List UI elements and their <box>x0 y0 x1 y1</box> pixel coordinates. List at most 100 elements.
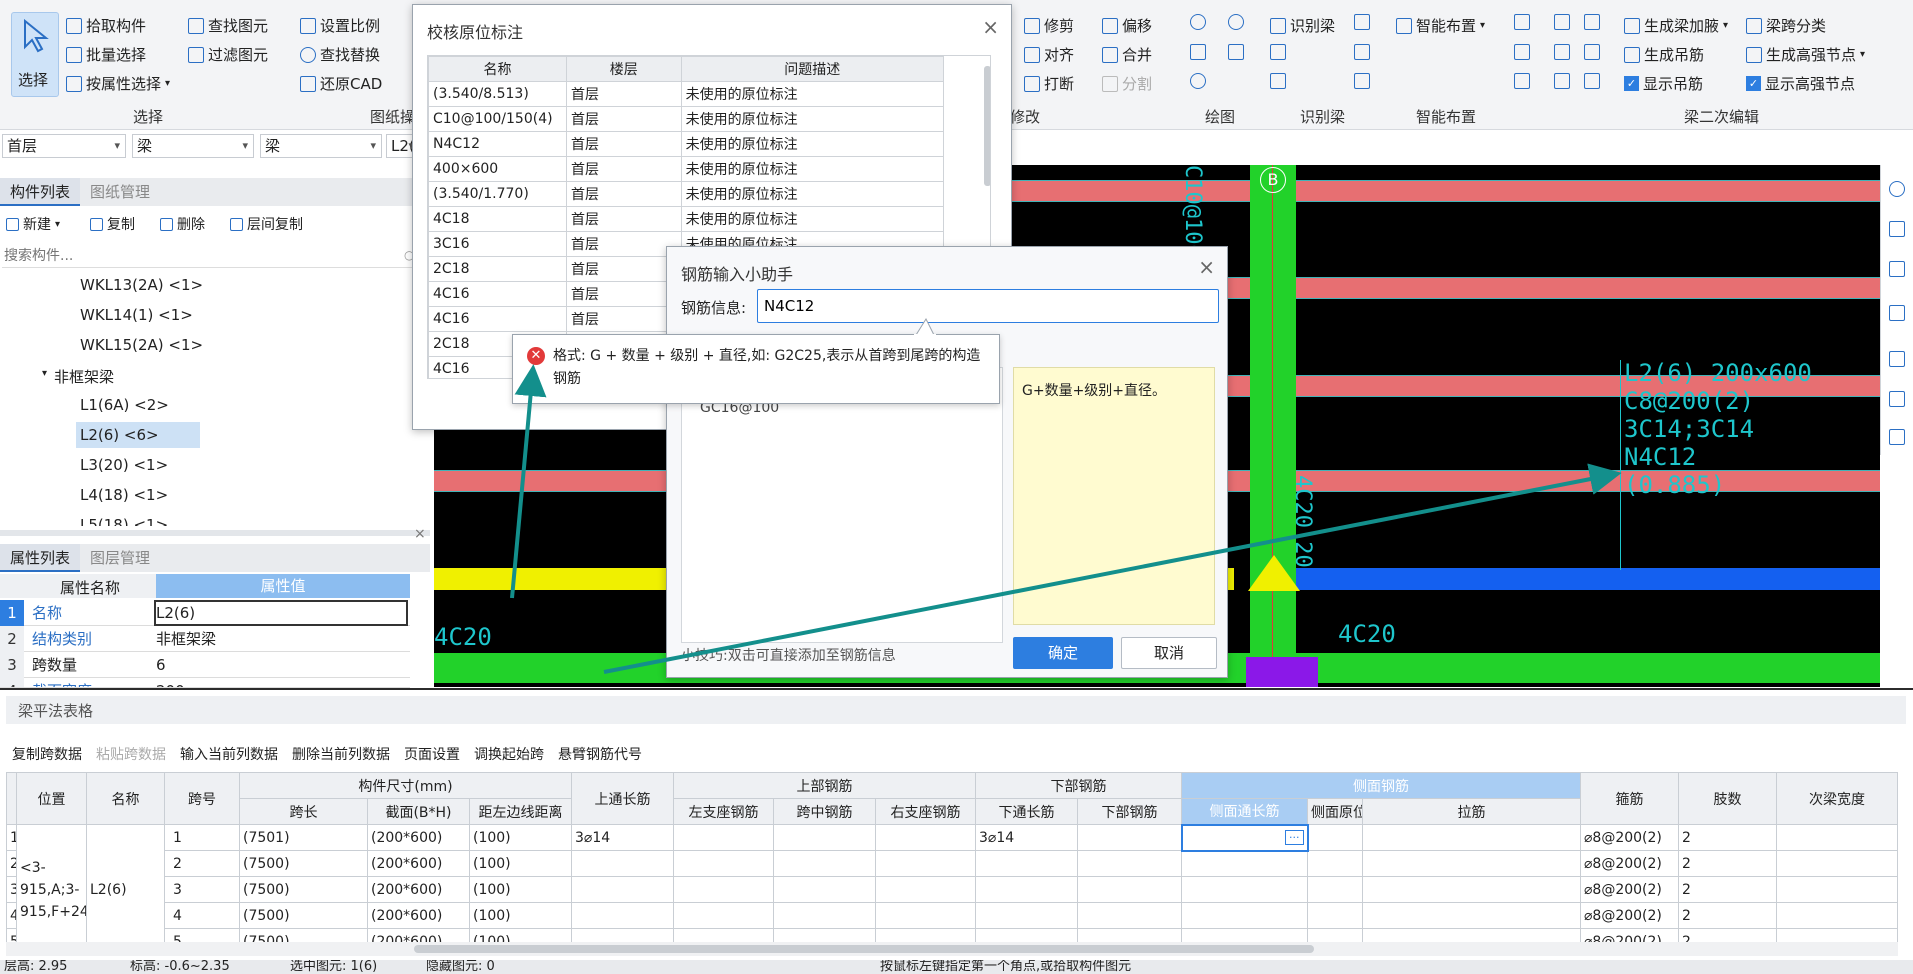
splitter[interactable] <box>0 530 430 536</box>
table-cell[interactable] <box>571 902 674 929</box>
beam-edit5-icon[interactable] <box>1554 44 1570 64</box>
tree-item[interactable]: L1(6A) <2> <box>80 396 169 414</box>
table-cell[interactable] <box>673 876 774 903</box>
table-cell[interactable] <box>1362 876 1581 903</box>
scrollbar-thumb[interactable] <box>984 66 990 186</box>
table-cell[interactable] <box>1776 876 1898 903</box>
check-cell[interactable]: 首层 <box>565 81 682 107</box>
gen-high-node-button[interactable]: 生成高强节点 ▾ <box>1746 44 1865 65</box>
table-row[interactable]: 44(7500)(200*600)(100)⌀8@200(2)2 <box>6 902 1898 929</box>
table-cell[interactable] <box>1077 850 1182 877</box>
check-cell[interactable]: 未使用的原位标注 <box>680 131 945 157</box>
cancel-button[interactable]: 取消 <box>1121 637 1217 669</box>
smart-place-button[interactable]: 智能布置 ▾ <box>1396 15 1485 36</box>
check-cell[interactable]: 首层 <box>565 231 682 257</box>
select-by-attr-button[interactable]: 按属性选择 ▾ <box>66 73 170 94</box>
floor-dropdown[interactable]: 首层 <box>2 134 126 158</box>
tab-property-list[interactable]: 属性列表 <box>0 544 81 572</box>
table-cell[interactable] <box>875 902 976 929</box>
delete-column-button[interactable]: 删除当前列数据 <box>292 744 390 764</box>
beam-edit3-icon[interactable] <box>1584 14 1600 34</box>
check-cell[interactable]: 首层 <box>565 131 682 157</box>
check-cell[interactable]: 首层 <box>565 281 682 307</box>
paste-span-button[interactable]: 粘贴跨数据 <box>96 744 166 764</box>
tree-item[interactable]: WKL15(2A) <1> <box>80 336 203 354</box>
ok-button[interactable]: 确定 <box>1013 637 1113 669</box>
position-cell[interactable]: <3-915,A;3-915,F+2451> <box>16 824 87 955</box>
tree-group-nonframe[interactable]: 非框架梁 <box>54 366 114 387</box>
check-cell[interactable]: 未使用的原位标注 <box>680 156 945 182</box>
tree-item[interactable]: WKL13(2A) <1> <box>80 276 203 294</box>
table-cell[interactable] <box>673 824 774 851</box>
view-solid-icon[interactable] <box>1889 305 1905 325</box>
page-setup-button[interactable]: 页面设置 <box>404 744 460 764</box>
check-cell[interactable]: 2C18 <box>428 256 567 282</box>
beam-edit6-icon[interactable] <box>1584 44 1600 64</box>
check-cell[interactable]: 未使用的原位标注 <box>680 81 945 107</box>
table-cell[interactable]: 3⌀14 <box>571 824 674 851</box>
view-cube-icon[interactable] <box>1889 221 1905 241</box>
trim-button[interactable]: 修剪 <box>1024 15 1074 36</box>
show-hanger-checkbox[interactable]: ✓ 显示吊筋 <box>1624 73 1703 94</box>
check-cell[interactable]: 4C16 <box>428 281 567 307</box>
draw-line-icon[interactable] <box>1190 44 1206 64</box>
table-cell[interactable] <box>875 876 976 903</box>
table-row[interactable]: 1<3-915,A;3-915,F+2451>L2(6)1(7501)(200*… <box>6 823 1898 955</box>
table-cell[interactable]: 2 <box>1678 824 1777 851</box>
beam-edit2-icon[interactable] <box>1554 14 1570 34</box>
table-cell[interactable] <box>1307 824 1363 851</box>
check-row[interactable]: 4C18 首层 未使用的原位标注 <box>428 206 945 232</box>
identify-tool-icon[interactable] <box>1270 44 1286 64</box>
identify-beam-button[interactable]: 识别梁 <box>1270 15 1335 36</box>
table-cell[interactable] <box>773 850 876 877</box>
table-cell[interactable] <box>1776 850 1898 877</box>
table-cell[interactable] <box>1776 902 1898 929</box>
table-cell[interactable]: (200*600) <box>367 850 470 877</box>
check-row[interactable]: 400×600 首层 未使用的原位标注 <box>428 156 945 182</box>
batch-select-button[interactable]: 批量选择 <box>66 44 146 65</box>
check-cell[interactable]: C10@100/150(4) <box>428 106 567 132</box>
example-list[interactable]: GC16@100 <box>681 367 1003 643</box>
beam-edit8-icon[interactable] <box>1554 73 1570 93</box>
view-layer-icon[interactable] <box>1889 391 1905 411</box>
tree-item[interactable]: WKL14(1) <1> <box>80 306 193 324</box>
table-cell[interactable]: 1 <box>164 824 240 851</box>
side-through-cell[interactable] <box>1181 850 1308 877</box>
table-cell[interactable]: 2 <box>1678 876 1777 903</box>
check-cell[interactable]: 首层 <box>565 206 682 232</box>
check-cell[interactable]: 首层 <box>565 156 682 182</box>
name-cell[interactable]: L2(6) <box>86 824 165 955</box>
tree-item[interactable]: L4(18) <1> <box>80 486 168 504</box>
table-cell[interactable] <box>975 902 1078 929</box>
search-component-input[interactable] <box>2 244 412 268</box>
check-cell[interactable]: 首层 <box>565 181 682 207</box>
check-cell[interactable]: 首层 <box>565 306 682 332</box>
beam-edit9-icon[interactable] <box>1584 73 1600 93</box>
check-cell[interactable]: (3.540/8.513) <box>428 81 567 107</box>
tree-item[interactable]: L3(20) <1> <box>80 456 168 474</box>
check-cell[interactable]: 4C16 <box>428 306 567 332</box>
break-button[interactable]: 打断 <box>1024 73 1074 94</box>
restore-cad-button[interactable]: 还原CAD <box>300 73 382 94</box>
table-cell[interactable] <box>673 902 774 929</box>
span-classify-button[interactable]: 梁跨分类 <box>1746 15 1826 36</box>
table-cell[interactable]: (100) <box>469 850 572 877</box>
identify-tool5-icon[interactable] <box>1354 73 1370 93</box>
align-button[interactable]: 对齐 <box>1024 44 1074 65</box>
table-cell[interactable] <box>975 850 1078 877</box>
floor-copy-button[interactable]: 层间复制 <box>230 214 303 234</box>
table-cell[interactable] <box>1077 902 1182 929</box>
beam-edit-icon[interactable] <box>1514 14 1530 34</box>
check-cell[interactable]: 4C18 <box>428 206 567 232</box>
rebar-info-input[interactable] <box>757 289 1219 323</box>
table-cell[interactable] <box>1307 850 1363 877</box>
tree-item-selected[interactable]: L2(6) <6> <box>76 422 200 448</box>
pick-component-button[interactable]: 拾取构件 <box>66 15 146 36</box>
cantilever-code-button[interactable]: 悬臂钢筋代号 <box>558 744 642 764</box>
row-number[interactable]: 3 <box>6 876 17 903</box>
prop-value[interactable]: L2(6) <box>156 600 195 626</box>
offset-button[interactable]: 偏移 <box>1102 15 1152 36</box>
beam-edit4-icon[interactable] <box>1514 44 1530 64</box>
draw-circle-icon[interactable] <box>1228 14 1244 34</box>
view-list-icon[interactable] <box>1889 429 1905 449</box>
